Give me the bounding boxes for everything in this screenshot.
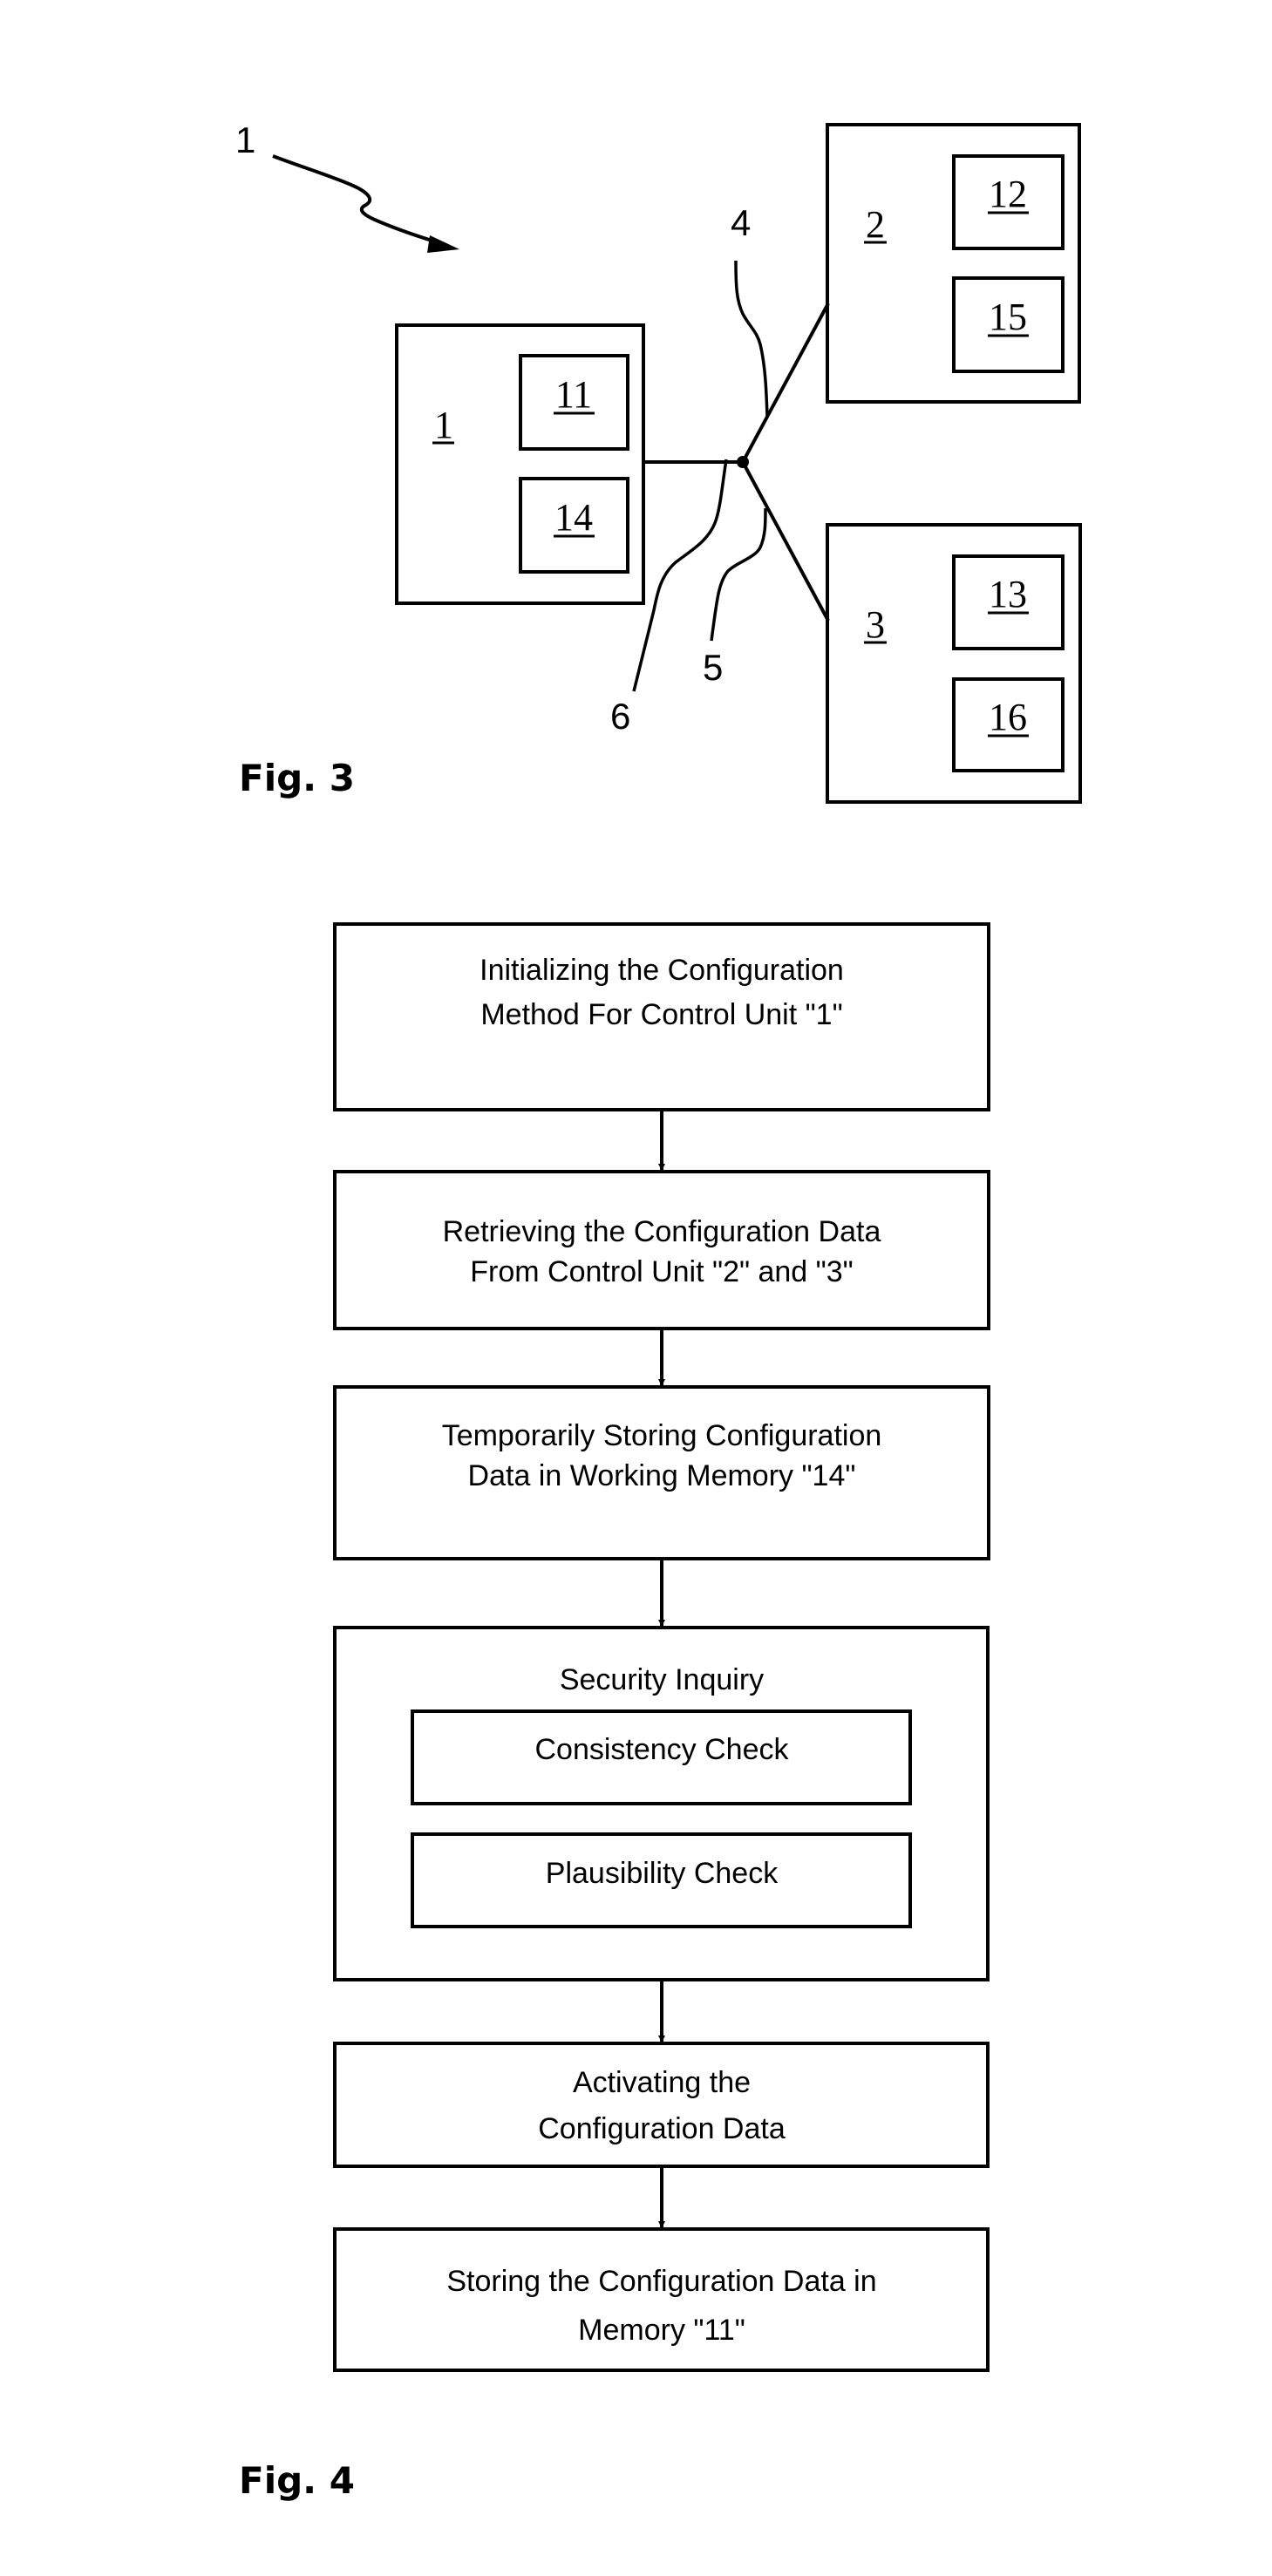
- flow-step-initialize-line-2: Method For Control Unit "1": [480, 998, 842, 1031]
- flow-step-activate-line-1: Activating the: [573, 2066, 751, 2099]
- figure-4-flowchart: Initializing the Configuration Method Fo…: [239, 922, 990, 2502]
- connection-6-label: 6: [610, 696, 630, 737]
- memory-12-label: 12: [989, 173, 1027, 215]
- control-unit-3: 3 13 16: [826, 523, 1082, 804]
- leader-line-4: [734, 260, 769, 417]
- control-unit-3-label: 3: [866, 603, 885, 646]
- flow-step-retrieve: Retrieving the Configuration Data From C…: [333, 1170, 990, 1330]
- security-inquiry-title: Security Inquiry: [560, 1663, 764, 1696]
- flow-step-activate-box: [333, 2042, 990, 2168]
- figure-3-caption: Fig. 3: [239, 757, 355, 799]
- system-arrowhead-icon: [427, 235, 459, 253]
- flow-step-security-inquiry: Security Inquiry Consistency Check Plaus…: [333, 1626, 990, 1981]
- connection-4-line: [741, 302, 830, 463]
- working-memory-14-label: 14: [554, 496, 593, 539]
- connection-5-line: [741, 461, 830, 622]
- flow-step-store-line-1: Storing the Configuration Data in: [446, 2265, 876, 2298]
- system-reference-arrow-icon: [272, 154, 447, 247]
- control-unit-2-label: 2: [866, 203, 885, 246]
- flow-step-initialize-line-1: Initializing the Configuration: [480, 954, 844, 987]
- flow-step-temporary-store-line-1: Temporarily Storing Configuration: [442, 1419, 882, 1452]
- flow-step-store-line-2: Memory "11": [578, 2314, 745, 2347]
- flow-step-temporary-store-line-2: Data in Working Memory "14": [468, 1459, 856, 1492]
- figure-4-caption: Fig. 4: [239, 2459, 355, 2502]
- connection-4-label: 4: [731, 202, 751, 243]
- memory-13-label: 13: [989, 573, 1027, 615]
- flow-step-store-box: [333, 2227, 990, 2372]
- junction-node-icon: [737, 456, 749, 468]
- working-memory-15-label: 15: [989, 296, 1027, 338]
- system-reference-label: 1: [235, 119, 255, 160]
- flow-step-store: Storing the Configuration Data in Memory…: [333, 2227, 990, 2372]
- memory-11-label: 11: [555, 373, 592, 416]
- control-unit-1-label: 1: [434, 404, 453, 446]
- consistency-check-label: Consistency Check: [534, 1733, 789, 1766]
- network-bus: [643, 302, 830, 622]
- flow-step-initialize: Initializing the Configuration Method Fo…: [333, 922, 990, 1111]
- flow-step-retrieve-box: [333, 1170, 990, 1330]
- patent-drawing-sheet: 1 1 11 14 2 12 15 3 13 16 4 5 6 Fig. 3 I…: [235, 119, 1082, 2502]
- flow-step-activate-line-2: Configuration Data: [538, 2112, 786, 2145]
- flow-step-activate: Activating the Configuration Data: [333, 2042, 990, 2168]
- leader-line-5: [710, 507, 767, 642]
- connection-5-label: 5: [703, 647, 723, 688]
- control-unit-2: 2 12 15: [826, 123, 1081, 404]
- control-unit-1: 1 11 14: [395, 323, 645, 605]
- flow-step-retrieve-line-2: From Control Unit "2" and "3": [470, 1255, 853, 1288]
- flow-step-retrieve-line-1: Retrieving the Configuration Data: [443, 1215, 881, 1248]
- figure-3: 1 1 11 14 2 12 15 3 13 16 4 5 6 Fig. 3: [235, 119, 1082, 804]
- working-memory-16-label: 16: [989, 696, 1027, 738]
- flow-step-temporary-store: Temporarily Storing Configuration Data i…: [333, 1385, 990, 1560]
- plausibility-check-label: Plausibility Check: [546, 1857, 779, 1890]
